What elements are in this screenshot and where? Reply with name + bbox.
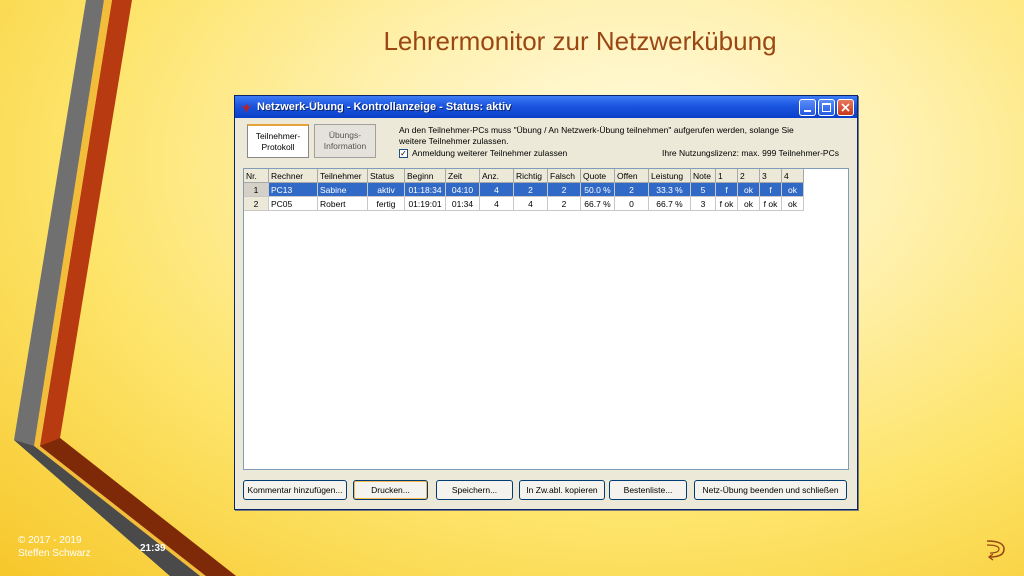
table-cell: 4 bbox=[479, 196, 514, 211]
bird-icon bbox=[240, 103, 252, 113]
license-text: Ihre Nutzungslizenz: max. 999 Teilnehmer… bbox=[661, 148, 839, 158]
table-cell: 04:10 bbox=[445, 182, 480, 197]
table-cell: 66.7 % bbox=[580, 196, 615, 211]
table-cell: f ok bbox=[715, 196, 738, 211]
column-header[interactable]: Anz. bbox=[479, 169, 514, 183]
tab-uebungs-information[interactable]: Übungs- Information bbox=[314, 124, 376, 158]
table-cell: 1 bbox=[244, 182, 269, 197]
slide-footer: © 2017 - 2019 Steffen Schwarz bbox=[18, 534, 91, 560]
tab-label-line2: Information bbox=[323, 141, 367, 151]
print-button[interactable]: Drucken... bbox=[353, 480, 428, 500]
maximize-button[interactable] bbox=[818, 98, 835, 116]
column-header[interactable]: 4 bbox=[781, 169, 804, 183]
tab-bar: Teilnehmer- Protokoll Übungs- Information bbox=[247, 124, 376, 158]
table-cell: 50.0 % bbox=[580, 182, 615, 197]
column-header[interactable]: Richtig bbox=[513, 169, 548, 183]
table-cell: ok bbox=[737, 182, 760, 197]
table-cell: 66.7 % bbox=[648, 196, 691, 211]
maximize-icon bbox=[822, 102, 831, 112]
column-header[interactable]: Rechner bbox=[268, 169, 318, 183]
table-cell: f ok bbox=[759, 196, 782, 211]
info-panel: An den Teilnehmer-PCs muss "Übung / An N… bbox=[399, 125, 839, 159]
table-cell: ok bbox=[781, 196, 804, 211]
column-header[interactable]: Falsch bbox=[547, 169, 581, 183]
column-header[interactable]: 1 bbox=[715, 169, 738, 183]
table-cell: 4 bbox=[479, 182, 514, 197]
table-row[interactable]: 1 PC13 Sabine aktiv 01:18:34 04:10 4 2 2… bbox=[244, 182, 804, 197]
column-header[interactable]: 3 bbox=[759, 169, 782, 183]
column-header[interactable]: Quote bbox=[580, 169, 615, 183]
table-cell: Sabine bbox=[317, 182, 368, 197]
table-cell: 33.3 % bbox=[648, 182, 691, 197]
column-header[interactable]: Nr. bbox=[244, 169, 269, 183]
table-cell: PC13 bbox=[268, 182, 318, 197]
window-titlebar[interactable]: Netzwerk-Übung - Kontrollanzeige - Statu… bbox=[235, 96, 857, 118]
column-header[interactable]: Zeit bbox=[445, 169, 480, 183]
table-cell: ok bbox=[781, 182, 804, 197]
copyright-text: © 2017 - 2019 bbox=[18, 535, 82, 546]
table-cell: f bbox=[715, 182, 738, 197]
allow-registration-checkbox[interactable]: ✓ bbox=[399, 149, 408, 158]
best-list-button[interactable]: Bestenliste... bbox=[609, 480, 687, 500]
participant-table-area[interactable]: Nr. Rechner Teilnehmer Status Beginn Zei… bbox=[243, 168, 849, 470]
column-header[interactable]: 2 bbox=[737, 169, 760, 183]
table-cell: 2 bbox=[547, 196, 581, 211]
column-header[interactable]: Teilnehmer bbox=[317, 169, 368, 183]
table-cell: 5 bbox=[690, 182, 716, 197]
save-button[interactable]: Speichern... bbox=[436, 480, 513, 500]
decorative-ribbons bbox=[14, 0, 236, 576]
column-header[interactable]: Note bbox=[690, 169, 716, 183]
column-header[interactable]: Offen bbox=[614, 169, 649, 183]
table-cell: 4 bbox=[513, 196, 548, 211]
close-icon bbox=[841, 102, 850, 112]
copy-to-clipboard-button[interactable]: In Zw.abl. kopieren bbox=[519, 480, 605, 500]
minimize-icon bbox=[804, 109, 811, 112]
table-cell: ok bbox=[737, 196, 760, 211]
tab-label-line2: Protokoll bbox=[261, 141, 295, 152]
end-exercise-button[interactable]: Netz-Übung beenden und schließen bbox=[694, 480, 847, 500]
table-cell: 3 bbox=[690, 196, 716, 211]
info-text-line1: An den Teilnehmer-PCs muss "Übung / An N… bbox=[399, 125, 794, 135]
participant-table: Nr. Rechner Teilnehmer Status Beginn Zei… bbox=[244, 169, 804, 211]
author-text: Steffen Schwarz bbox=[18, 548, 91, 559]
window-title: Netzwerk-Übung - Kontrollanzeige - Statu… bbox=[257, 101, 512, 113]
table-cell: 2 bbox=[547, 182, 581, 197]
table-cell: 2 bbox=[244, 196, 269, 211]
table-cell: aktiv bbox=[367, 182, 405, 197]
table-cell: f bbox=[759, 182, 782, 197]
table-row[interactable]: 2 PC05 Robert fertig 01:19:01 01:34 4 4 … bbox=[244, 196, 804, 211]
allow-registration-label: Anmeldung weiterer Teilnehmer zulassen bbox=[412, 148, 568, 158]
table-header-row: Nr. Rechner Teilnehmer Status Beginn Zei… bbox=[244, 169, 804, 183]
netzwerk-uebung-window: Netzwerk-Übung - Kontrollanzeige - Statu… bbox=[234, 95, 858, 510]
table-cell: 01:19:01 bbox=[404, 196, 446, 211]
table-cell: 2 bbox=[513, 182, 548, 197]
close-button[interactable] bbox=[837, 98, 854, 116]
table-cell: 01:34 bbox=[445, 196, 480, 211]
table-cell: 0 bbox=[614, 196, 649, 211]
table-cell: 2 bbox=[614, 182, 649, 197]
slide-title: Lehrermonitor zur Netzwerkübung bbox=[383, 26, 777, 56]
table-cell: 01:18:34 bbox=[404, 182, 446, 197]
minimize-button[interactable] bbox=[799, 98, 816, 116]
column-header[interactable]: Beginn bbox=[404, 169, 446, 183]
tab-label-line1: Übungs- bbox=[328, 130, 362, 140]
table-cell: fertig bbox=[367, 196, 405, 211]
curved-arrow-icon[interactable] bbox=[984, 536, 1010, 562]
tab-label-line1: Teilnehmer- bbox=[255, 130, 301, 141]
add-comment-button[interactable]: Kommentar hinzufügen... bbox=[243, 480, 347, 500]
table-cell: PC05 bbox=[268, 196, 318, 211]
tab-teilnehmer-protokoll[interactable]: Teilnehmer- Protokoll bbox=[247, 124, 309, 158]
table-cell: Robert bbox=[317, 196, 368, 211]
column-header[interactable]: Status bbox=[367, 169, 405, 183]
column-header[interactable]: Leistung bbox=[648, 169, 691, 183]
info-text-line2: weitere Teilnehmer zulassen. bbox=[399, 136, 509, 146]
slide-time: 21:39 bbox=[140, 543, 166, 554]
